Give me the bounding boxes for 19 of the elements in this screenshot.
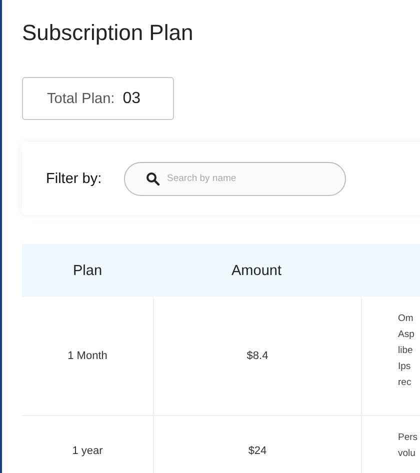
description-text: rec bbox=[398, 376, 412, 390]
search-icon bbox=[146, 172, 160, 186]
table-cell: $24 bbox=[248, 445, 267, 457]
filter-label: Filter by: bbox=[46, 170, 103, 186]
description-text: Ips bbox=[398, 360, 412, 374]
table-cell: $8.4 bbox=[246, 350, 268, 362]
total-plan-label: Total Plan: bbox=[47, 90, 115, 106]
column-header: Plan bbox=[72, 262, 104, 278]
description-text: Asp bbox=[398, 328, 416, 342]
table-cell: 1 year bbox=[72, 445, 103, 457]
description-text: Pers bbox=[398, 431, 419, 445]
search-field[interactable]: Search by name bbox=[124, 162, 346, 196]
column-header: Amount bbox=[230, 262, 282, 278]
table-cell: 1 Month bbox=[68, 350, 108, 362]
page-title: Subscription Plan bbox=[22, 20, 194, 47]
description-text: Om bbox=[398, 312, 414, 326]
total-plan-count: 03 bbox=[122, 90, 141, 108]
description-text: libe bbox=[398, 344, 414, 358]
description-text: volu bbox=[398, 447, 416, 461]
